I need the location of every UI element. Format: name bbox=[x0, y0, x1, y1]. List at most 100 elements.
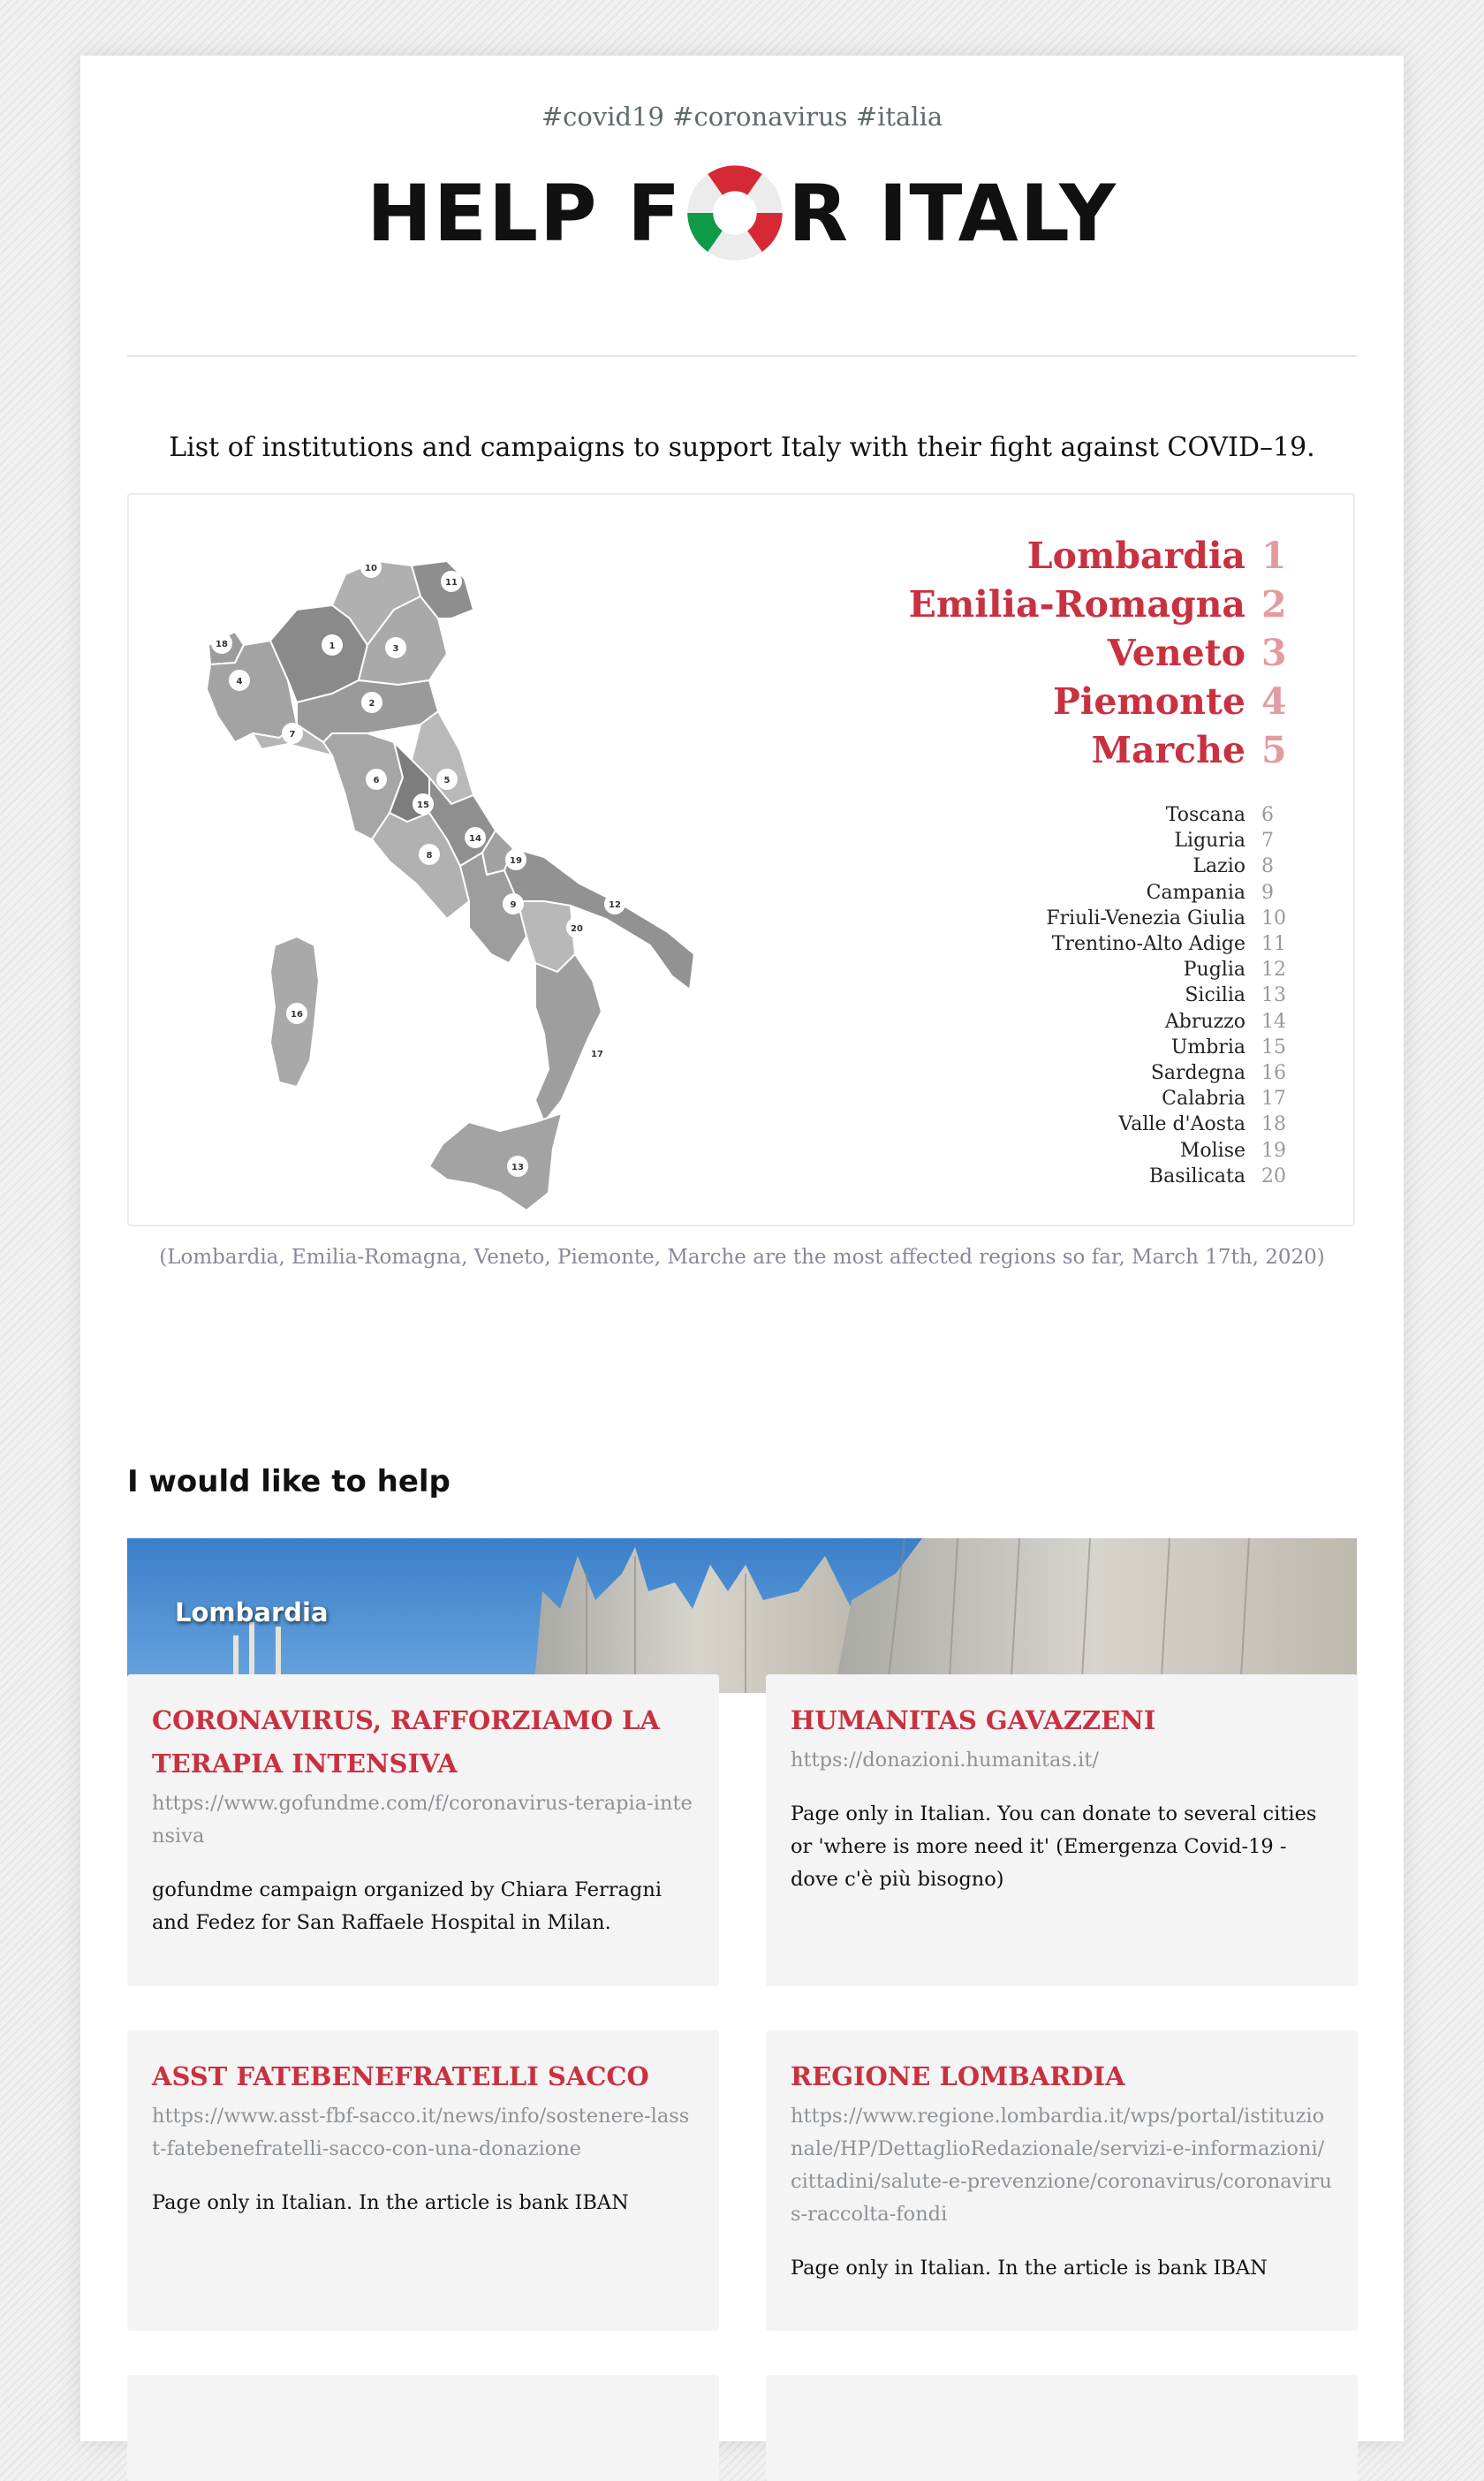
card-title[interactable]: ASST FATEBENEFRATELLI SACCO bbox=[152, 2055, 694, 2098]
donation-card: ASST FATEBENEFRATELLI SACCO https://www.… bbox=[127, 2030, 719, 2331]
region-row: Lazio 8 bbox=[1046, 854, 1300, 879]
card-title[interactable]: REGIONE LOMBARDIA bbox=[791, 2055, 1333, 2098]
card-link[interactable]: https://www.asst-fbf-sacco.it/news/info/… bbox=[152, 2100, 694, 2166]
region-rank: 8 bbox=[1261, 855, 1274, 878]
banner-region-label: Lombardia bbox=[175, 1597, 329, 1627]
card-description: gofundme campaign organized by Chiara Fe… bbox=[152, 1878, 662, 1934]
svg-text:6: 6 bbox=[374, 776, 380, 785]
map-marker-18: 18 bbox=[211, 633, 232, 654]
card-title[interactable]: CORONAVIRUS, RAFFORZIAMO LA TERAPIA INTE… bbox=[152, 1699, 694, 1786]
map-marker-14: 14 bbox=[465, 827, 486, 848]
svg-text:4: 4 bbox=[237, 677, 243, 687]
svg-text:1: 1 bbox=[329, 641, 336, 651]
svg-text:2: 2 bbox=[369, 699, 375, 709]
svg-text:7: 7 bbox=[290, 730, 296, 740]
donation-card: HUMANITAS GAVAZZENI https://donazioni.hu… bbox=[766, 1674, 1358, 1986]
region-name: Friuli-Venezia Giulia bbox=[1046, 907, 1246, 929]
region-name: Emilia-Romagna bbox=[908, 583, 1246, 626]
map-marker-2: 2 bbox=[361, 692, 382, 713]
region-rank: 19 bbox=[1261, 1139, 1286, 1162]
region-rank: 9 bbox=[1261, 881, 1274, 904]
map-marker-10: 10 bbox=[360, 557, 382, 578]
svg-text:3: 3 bbox=[393, 644, 399, 654]
card-description: Page only in Italian. In the article is … bbox=[791, 2257, 1268, 2280]
region-rank: 4 bbox=[1261, 680, 1287, 723]
region-rank: 6 bbox=[1261, 804, 1274, 826]
svg-text:17: 17 bbox=[591, 1050, 603, 1059]
region-rank: 17 bbox=[1261, 1088, 1286, 1111]
lifebuoy-icon bbox=[687, 165, 784, 261]
region-row: Molise 19 bbox=[1046, 1138, 1300, 1164]
top-region-row: Lombardia 1 bbox=[909, 532, 1300, 580]
region-row: Toscana 6 bbox=[1046, 802, 1300, 828]
card-link[interactable]: https://donazioni.humanitas.it/ bbox=[791, 1744, 1333, 1777]
region-rank: 2 bbox=[1261, 583, 1287, 626]
region-row: Abruzzo 14 bbox=[1046, 1009, 1300, 1035]
card-description: Page only in Italian. In the article is … bbox=[152, 2191, 629, 2214]
region-name: Umbria bbox=[1170, 1036, 1246, 1058]
map-marker-7: 7 bbox=[282, 723, 303, 744]
region-row: Basilicata 20 bbox=[1046, 1164, 1300, 1189]
site-logo[interactable]: HELP F R ITALY bbox=[80, 160, 1404, 266]
svg-text:20: 20 bbox=[571, 924, 583, 934]
donation-card-partial bbox=[127, 2375, 719, 2481]
region-name: Piemonte bbox=[1052, 680, 1246, 723]
card-description: Page only in Italian. You can donate to … bbox=[791, 1802, 1317, 1891]
top-affected-regions: Lombardia 1 Emilia-Romagna 2 Veneto 3 Piemo… bbox=[909, 532, 1300, 775]
svg-text:19: 19 bbox=[510, 856, 522, 866]
italy-map: 18 4 1 10 11 3 2 7 6 5 15 14 8 19 9 12 2… bbox=[206, 557, 695, 1211]
region-rank: 1 bbox=[1261, 535, 1287, 577]
region-row: Sicilia 13 bbox=[1046, 983, 1300, 1008]
region-name: Trentino-Alto Adige bbox=[1051, 933, 1246, 956]
map-marker-13: 13 bbox=[507, 1156, 528, 1177]
region-name: Puglia bbox=[1183, 959, 1246, 982]
svg-text:8: 8 bbox=[427, 851, 433, 861]
region-rank: 10 bbox=[1261, 907, 1286, 929]
section-title-help: I would like to help bbox=[127, 1464, 450, 1499]
svg-text:11: 11 bbox=[445, 578, 458, 588]
card-link[interactable]: https://www.regione.lombardia.it/wps/por… bbox=[791, 2100, 1333, 2231]
map-marker-6: 6 bbox=[366, 769, 387, 790]
region-name: Toscana bbox=[1165, 804, 1246, 826]
card-title[interactable]: HUMANITAS GAVAZZENI bbox=[791, 1699, 1333, 1742]
region-name: Veneto bbox=[1107, 632, 1246, 674]
region-rank: 7 bbox=[1261, 830, 1274, 853]
region-name: Basilicata bbox=[1148, 1165, 1246, 1187]
svg-text:9: 9 bbox=[511, 900, 517, 910]
card-link[interactable]: https://www.gofundme.com/f/coronavirus-t… bbox=[152, 1787, 694, 1853]
map-marker-5: 5 bbox=[436, 769, 458, 790]
map-marker-3: 3 bbox=[385, 637, 406, 658]
region-calabria bbox=[534, 953, 602, 1123]
region-name: Campania bbox=[1146, 881, 1246, 904]
region-name: Molise bbox=[1179, 1139, 1246, 1162]
region-name: Liguria bbox=[1174, 830, 1246, 853]
donation-card: REGIONE LOMBARDIA https://www.regione.lo… bbox=[766, 2030, 1358, 2331]
other-regions-list: Toscana 6 Liguria 7 Lazio 8 Campania 9 Friul… bbox=[1046, 802, 1300, 1189]
top-region-row: Piemonte 4 bbox=[909, 678, 1300, 726]
donation-card-partial bbox=[766, 2375, 1358, 2481]
region-banner-lombardia: Lombardia bbox=[127, 1538, 1357, 1693]
map-marker-11: 11 bbox=[441, 571, 462, 592]
region-rank: 11 bbox=[1261, 933, 1286, 956]
map-marker-16: 16 bbox=[286, 1003, 307, 1024]
region-row: Valle d'Aosta 18 bbox=[1046, 1112, 1300, 1137]
map-marker-8: 8 bbox=[419, 844, 440, 865]
region-name: Lazio bbox=[1192, 855, 1246, 878]
svg-text:10: 10 bbox=[365, 564, 377, 573]
region-row: Puglia 12 bbox=[1046, 957, 1300, 983]
map-caption: (Lombardia, Emilia-Romagna, Veneto, Piem… bbox=[159, 1246, 1325, 1269]
region-rank: 12 bbox=[1261, 959, 1286, 982]
map-marker-20: 20 bbox=[566, 917, 587, 938]
svg-text:16: 16 bbox=[291, 1010, 303, 1020]
svg-text:12: 12 bbox=[609, 900, 621, 910]
region-row: Trentino-Alto Adige 11 bbox=[1046, 931, 1300, 957]
header-divider bbox=[127, 355, 1357, 357]
svg-text:15: 15 bbox=[417, 800, 429, 810]
map-marker-9: 9 bbox=[503, 893, 524, 914]
top-region-row: Emilia-Romagna 2 bbox=[909, 580, 1300, 629]
region-rank: 3 bbox=[1261, 632, 1287, 674]
map-marker-19: 19 bbox=[505, 849, 526, 870]
page-container: #covid19 #coronavirus #italia HELP F R I… bbox=[80, 56, 1404, 2481]
hashtags: #covid19 #coronavirus #italia bbox=[541, 102, 943, 132]
region-name: Calabria bbox=[1162, 1088, 1246, 1111]
